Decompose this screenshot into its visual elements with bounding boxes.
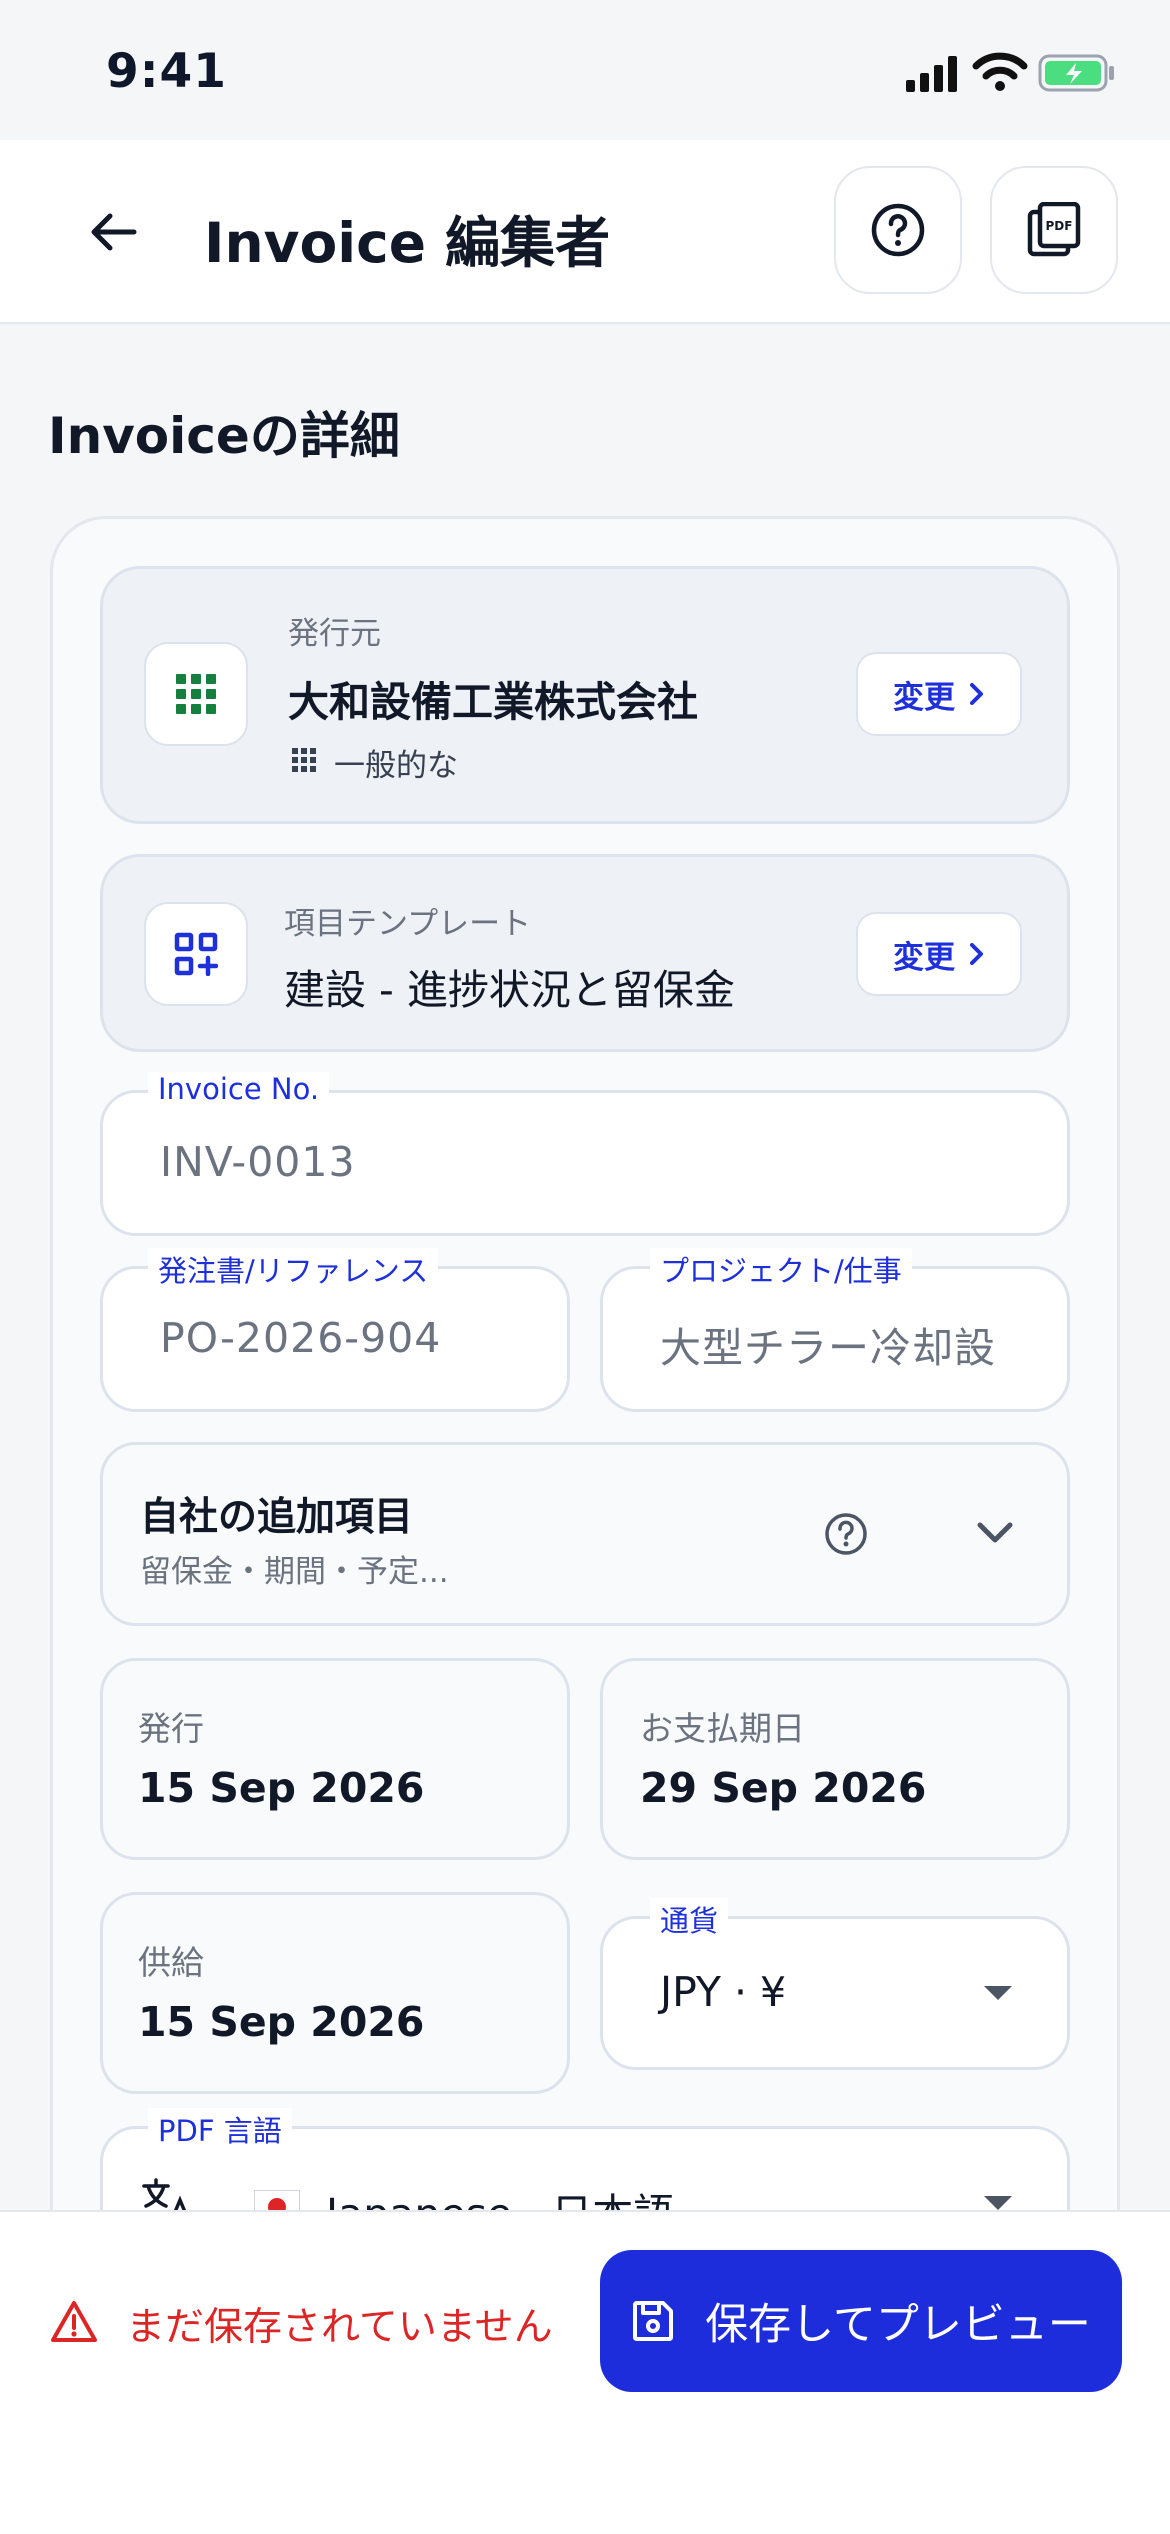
unsaved-status-text: まだ保存されていません xyxy=(126,2305,553,2350)
project-input[interactable]: 大型チラー冷却設 xyxy=(660,1314,1040,1374)
help-icon xyxy=(871,203,925,257)
custom-fields-title: 自社の追加項目 xyxy=(140,1495,414,1540)
pdf-button[interactable]: PDF xyxy=(990,166,1118,294)
currency-value: JPY · ¥ xyxy=(660,1968,787,2016)
chevron-down-icon[interactable] xyxy=(976,1520,1014,1550)
template-icon-tile xyxy=(144,902,248,1006)
issuer-type: 一般的な xyxy=(334,748,458,784)
add-grid-icon xyxy=(174,932,218,976)
due-date-value: 29 Sep 2026 xyxy=(640,1764,927,1812)
template-label: 項目テンプレート xyxy=(284,906,532,942)
status-time: 9:41 xyxy=(106,44,227,99)
invoice-number-label: Invoice No. xyxy=(148,1072,330,1106)
issuer-type-icon xyxy=(292,748,316,776)
warning-icon xyxy=(50,2300,98,2348)
grid-icon xyxy=(176,674,216,714)
issue-date-field[interactable] xyxy=(100,1658,570,1860)
template-change-button[interactable]: 変更 xyxy=(856,912,1022,996)
wifi-icon xyxy=(972,52,1028,96)
invoice-number-input[interactable]: INV-0013 xyxy=(160,1138,356,1186)
currency-dropdown-icon xyxy=(982,1984,1014,2006)
issuer-logo-tile xyxy=(144,642,248,746)
issuer-label: 発行元 xyxy=(288,616,381,652)
chevron-right-icon xyxy=(970,683,983,705)
save-icon xyxy=(633,2301,674,2341)
currency-label: 通貨 xyxy=(650,1898,729,1940)
page-title: Invoice 編集者 xyxy=(204,211,611,275)
supply-date-label: 供給 xyxy=(138,1943,204,1982)
issue-date-value: 15 Sep 2026 xyxy=(138,1764,425,1812)
battery-icon xyxy=(1038,54,1118,96)
section-title: Invoiceの詳細 xyxy=(48,407,400,465)
issuer-change-button[interactable]: 変更 xyxy=(856,652,1022,736)
project-label: プロジェクト/仕事 xyxy=(650,1248,912,1290)
supply-date-value: 15 Sep 2026 xyxy=(138,1998,425,2046)
due-date-label: お支払期日 xyxy=(640,1709,805,1748)
issuer-name: 大和設備工業株式会社 xyxy=(288,678,698,726)
po-reference-input[interactable]: PO-2026-904 xyxy=(160,1314,441,1362)
svg-text:PDF: PDF xyxy=(1046,219,1073,233)
save-and-preview-button[interactable]: 保存してプレビュー xyxy=(600,2250,1122,2392)
custom-fields-help-icon[interactable] xyxy=(824,1512,868,1560)
due-date-field[interactable] xyxy=(600,1658,1070,1860)
pdf-language-label: PDF 言語 xyxy=(148,2108,292,2150)
save-and-preview-label: 保存してプレビュー xyxy=(705,2300,1091,2350)
signal-icon xyxy=(906,56,960,96)
custom-fields-subtitle: 留保金・期間・予定... xyxy=(140,1554,449,1590)
supply-date-field[interactable] xyxy=(100,1892,570,2094)
template-change-label: 変更 xyxy=(893,939,955,976)
back-arrow-icon[interactable] xyxy=(84,196,144,268)
help-button[interactable] xyxy=(834,166,962,294)
issuer-change-label: 変更 xyxy=(893,679,955,716)
template-value: 建設 - 進捗状況と留保金 xyxy=(284,966,735,1014)
po-reference-label: 発注書/リファレンス xyxy=(148,1248,439,1290)
pdf-icon: PDF xyxy=(1027,202,1081,257)
issue-date-label: 発行 xyxy=(138,1709,204,1748)
chevron-right-icon xyxy=(970,943,983,965)
